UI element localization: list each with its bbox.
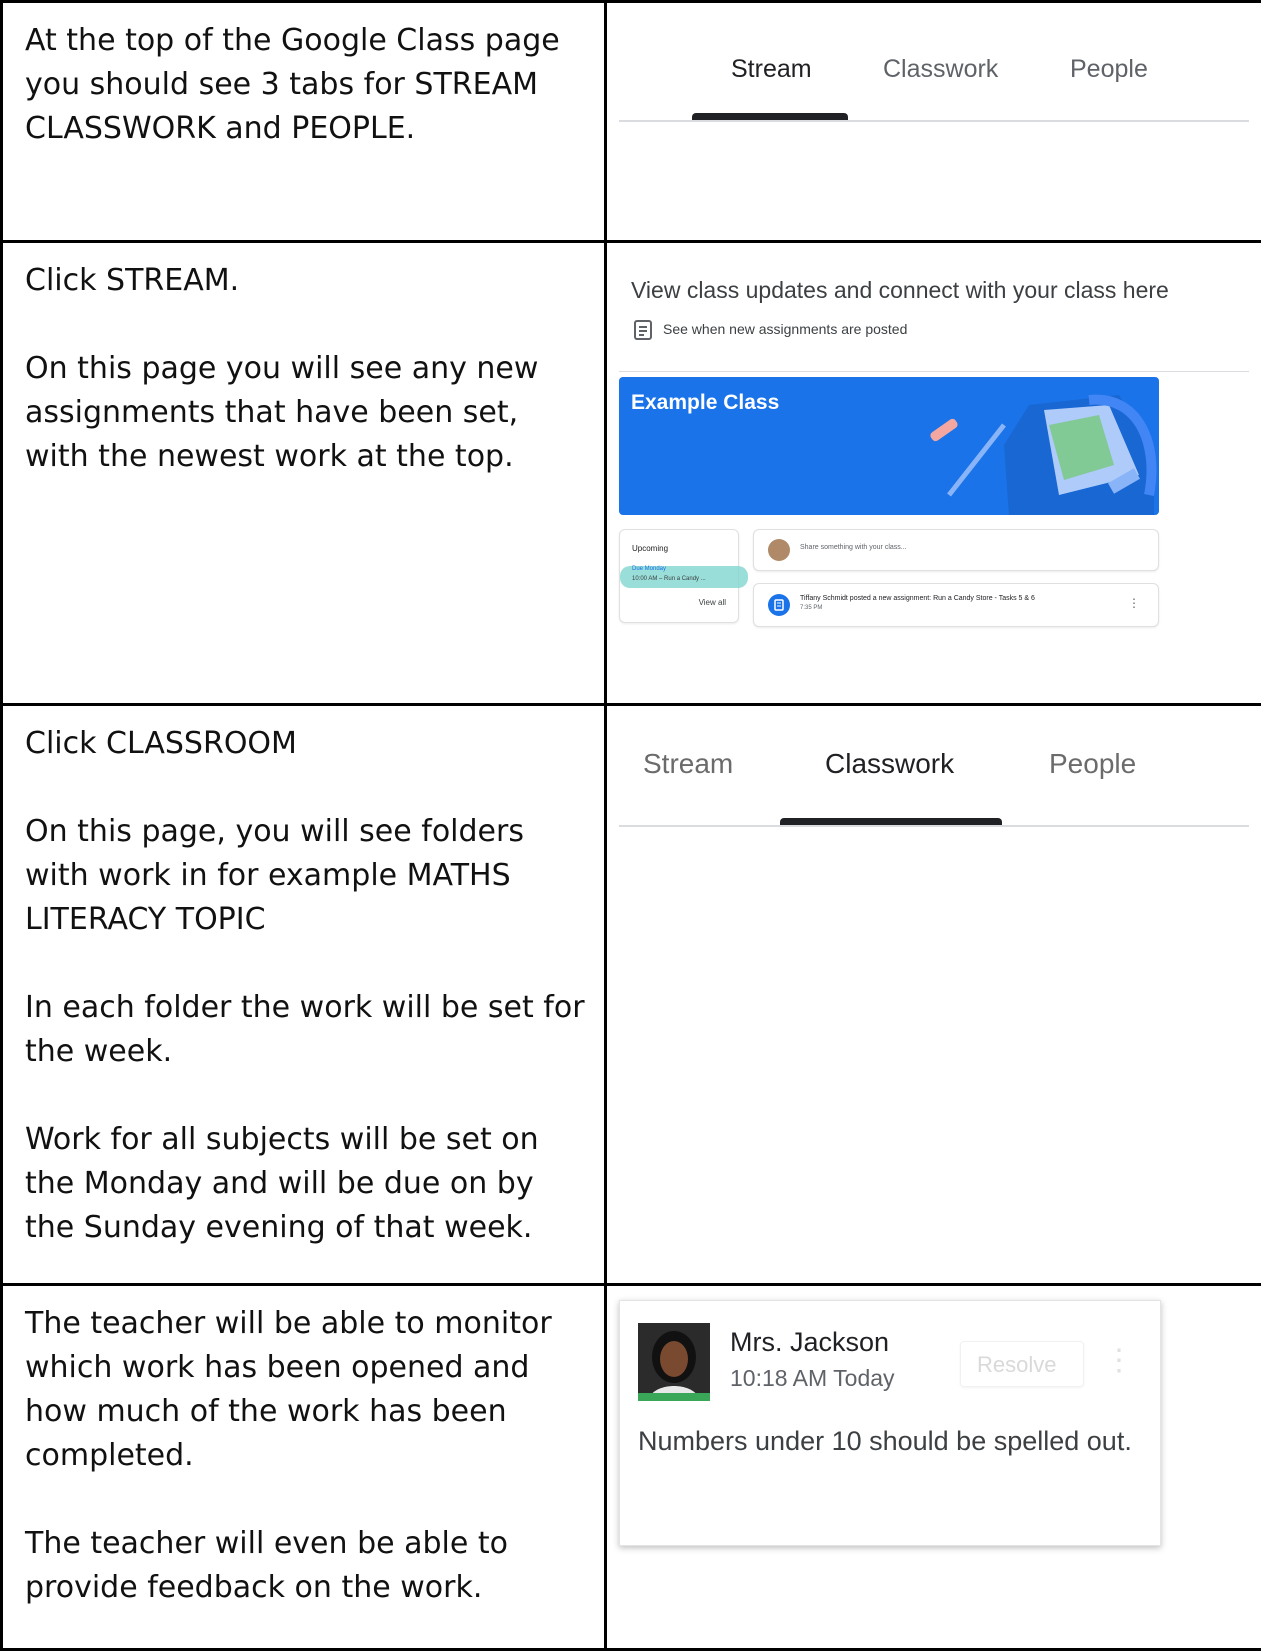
class-name: Example Class — [631, 391, 779, 415]
tab-stream[interactable]: Stream — [731, 55, 812, 84]
instruction-cell: Click STREAM. On this page you will see … — [2, 242, 606, 705]
instruction-cell: Click CLASSROOM On this page, you will s… — [2, 705, 606, 1285]
instruction-text: The teacher will even be able to provide… — [25, 1522, 586, 1610]
share-card[interactable]: Share something with your class... — [753, 529, 1159, 571]
tab-stream[interactable]: Stream — [643, 748, 733, 780]
instruction-cell: The teacher will be able to monitor whic… — [2, 1285, 606, 1650]
tab-divider — [619, 825, 1249, 827]
comment-card: Mrs. Jackson 10:18 AM Today Resolve ⋮ Nu… — [619, 1300, 1161, 1546]
upcoming-card: Upcoming Due Monday 10:00 AM – Run a Can… — [619, 529, 739, 623]
instruction-text: Work for all subjects will be set on the… — [25, 1118, 586, 1250]
screenshot-cell: Stream Classwork People — [606, 2, 1261, 242]
tab-classwork[interactable]: Classwork — [825, 748, 954, 780]
table-row: Click STREAM. On this page you will see … — [2, 242, 1261, 705]
tab-bar: Stream Classwork People — [607, 3, 1261, 133]
instruction-text: In each folder the work will be set for … — [25, 986, 586, 1074]
avatar — [768, 539, 790, 561]
comment-author: Mrs. Jackson — [730, 1327, 889, 1358]
due-label: Due Monday — [632, 566, 666, 572]
stream-divider — [619, 371, 1249, 372]
instruction-text: At the top of the Google Class page you … — [25, 19, 586, 151]
class-banner[interactable]: Example Class — [619, 377, 1159, 515]
document-page: At the top of the Google Class page you … — [0, 0, 1261, 1648]
tab-people[interactable]: People — [1070, 55, 1148, 84]
stream-heading: View class updates and connect with your… — [631, 277, 1169, 304]
table-row: The teacher will be able to monitor whic… — [2, 1285, 1261, 1650]
resolve-label: Resolve — [977, 1352, 1056, 1378]
table-row: At the top of the Google Class page you … — [2, 2, 1261, 242]
screenshot-cell: Mrs. Jackson 10:18 AM Today Resolve ⋮ Nu… — [606, 1285, 1261, 1650]
share-placeholder: Share something with your class... — [800, 544, 907, 551]
post-text: Tiffany Schmidt posted a new assignment:… — [800, 595, 1035, 602]
resolve-button[interactable]: Resolve — [960, 1341, 1084, 1387]
table-row: Click CLASSROOM On this page, you will s… — [2, 705, 1261, 1285]
assignment-post-icon — [768, 594, 790, 616]
screenshot-cell: View class updates and connect with your… — [606, 242, 1261, 705]
comment-time: 10:18 AM Today — [730, 1365, 895, 1392]
more-vert-icon[interactable]: ⋮ — [1128, 596, 1140, 610]
instruction-text: Click CLASSROOM — [25, 722, 586, 766]
instruction-text: On this page you will see any new assign… — [25, 347, 586, 479]
tab-bar: Stream Classwork People — [607, 706, 1261, 836]
comment-body: Numbers under 10 should be spelled out. — [638, 1423, 1138, 1459]
view-all-link[interactable]: View all — [699, 598, 726, 607]
avatar — [638, 1323, 710, 1401]
tab-classwork[interactable]: Classwork — [883, 55, 998, 84]
instruction-text: Click STREAM. — [25, 259, 586, 303]
assignment-post[interactable]: Tiffany Schmidt posted a new assignment:… — [753, 583, 1159, 627]
screenshot-cell: Stream Classwork People — [606, 705, 1261, 1285]
post-time: 7:35 PM — [800, 605, 822, 611]
upcoming-title: Upcoming — [632, 544, 668, 553]
assignment-icon — [633, 319, 653, 339]
due-item[interactable]: 10:00 AM – Run a Candy ... — [632, 576, 706, 582]
more-vert-icon[interactable]: ⋮ — [1104, 1343, 1134, 1378]
instruction-text: On this page, you will see folders with … — [25, 810, 586, 942]
instruction-table: At the top of the Google Class page you … — [0, 0, 1261, 1651]
tab-divider — [619, 120, 1249, 122]
instruction-text: The teacher will be able to monitor whic… — [25, 1302, 586, 1478]
instruction-cell: At the top of the Google Class page you … — [2, 2, 606, 242]
backpack-illustration — [909, 385, 1159, 515]
stream-subtext: See when new assignments are posted — [663, 321, 907, 337]
tab-people[interactable]: People — [1049, 748, 1136, 780]
